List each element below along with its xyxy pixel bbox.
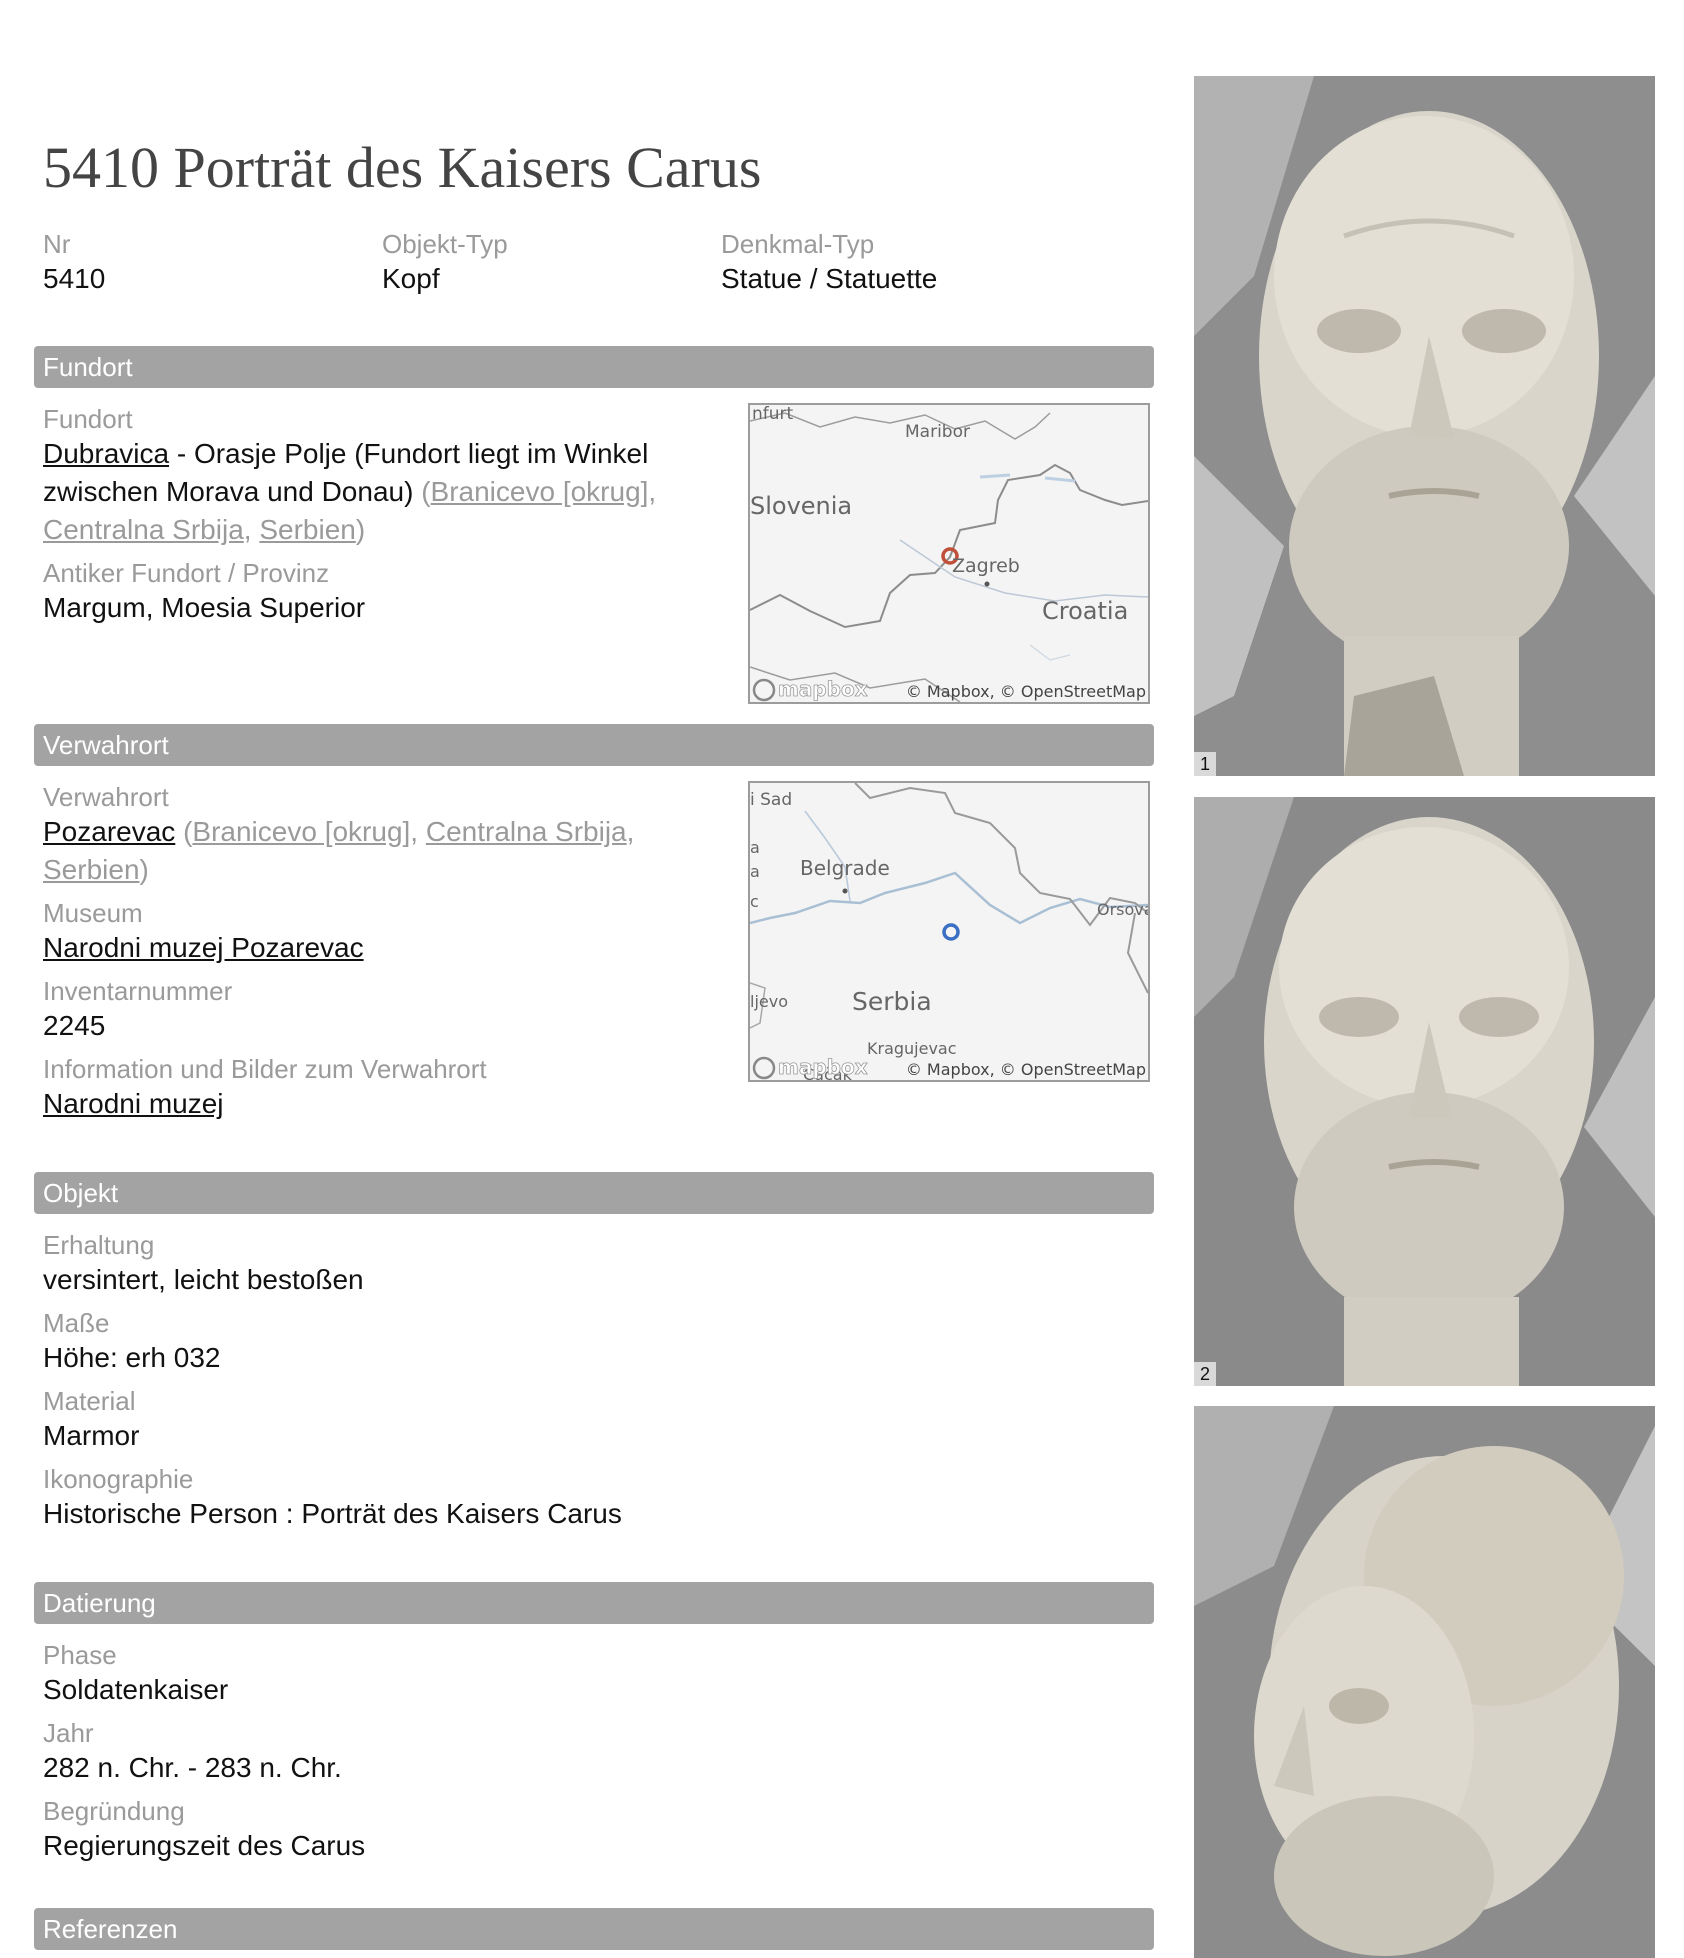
separator: ,: [648, 476, 657, 507]
section-header-fundort: Fundort: [34, 346, 1154, 388]
map-label: a: [750, 838, 760, 857]
summary-value: Kopf: [382, 263, 440, 294]
phase-label: Phase: [43, 1640, 117, 1670]
ikonographie-label: Ikonographie: [43, 1464, 194, 1494]
fundort-place-link[interactable]: Dubravica: [43, 438, 169, 469]
verwahrort-region-link[interactable]: Branicevo [okrug]: [192, 816, 410, 847]
summary-row: Nr 5410 Objekt-Typ Kopf Denkmal-Typ Stat…: [43, 228, 1153, 308]
verwahrort-place-link[interactable]: Pozarevac: [43, 816, 175, 847]
paren-open: (: [421, 476, 431, 507]
fundort-region-link[interactable]: Branicevo [okrug]: [431, 476, 649, 507]
summary-label: Denkmal-Typ: [721, 229, 875, 259]
inventarnummer-value: 2245: [43, 1010, 106, 1041]
section-header-objekt: Objekt: [34, 1172, 1154, 1214]
verwahrort-value: Pozarevac (Branicevo [okrug], Centralna …: [43, 813, 703, 889]
summary-label: Objekt-Typ: [382, 229, 508, 259]
page-title: 5410 Porträt des Kaisers Carus: [43, 135, 762, 200]
section-header-verwahrort: Verwahrort: [34, 724, 1154, 766]
map-label: nfurt: [752, 405, 794, 424]
map-label: a: [750, 862, 760, 881]
jahr-value: 282 n. Chr. - 283 n. Chr.: [43, 1752, 342, 1783]
verwahrort-section: Verwahrort Pozarevac (Branicevo [okrug],…: [43, 781, 703, 1131]
paren-open: (: [175, 816, 193, 847]
verwahrort-state-link[interactable]: Centralna Srbija: [426, 816, 627, 847]
phase-value: Soldatenkaiser: [43, 1674, 229, 1705]
photo-1[interactable]: 1: [1194, 76, 1655, 776]
datierung-section: Phase Soldatenkaiser Jahr 282 n. Chr. - …: [43, 1639, 1143, 1873]
museum-label: Museum: [43, 898, 143, 928]
summary-value: Statue / Statuette: [721, 263, 938, 294]
map-attribution[interactable]: © Mapbox, © OpenStreetMap: [906, 1060, 1146, 1079]
photo-2[interactable]: 2: [1194, 797, 1655, 1386]
info-label: Information und Bilder zum Verwahrort: [43, 1054, 487, 1084]
section-header-datierung: Datierung: [34, 1582, 1154, 1624]
summary-objekt-typ: Objekt-Typ Kopf: [382, 228, 508, 298]
map-label: Kragujevac: [867, 1039, 957, 1058]
material-value: Marmor: [43, 1420, 140, 1451]
summary-value: 5410: [43, 263, 106, 294]
masse-value: Höhe: erh 032: [43, 1342, 221, 1373]
map-label: Serbia: [852, 987, 932, 1016]
map-label: Croatia: [1042, 597, 1128, 625]
antiker-fundort-label: Antiker Fundort / Provinz: [43, 558, 330, 588]
erhaltung-label: Erhaltung: [43, 1230, 155, 1260]
museum-link[interactable]: Narodni muzej Pozarevac: [43, 932, 364, 963]
jahr-label: Jahr: [43, 1718, 94, 1748]
fundort-country-link[interactable]: Serbien: [259, 514, 356, 545]
map-label: c: [750, 892, 759, 911]
summary-denkmal-typ: Denkmal-Typ Statue / Statuette: [721, 228, 937, 298]
mapbox-logo-text[interactable]: mapbox: [778, 677, 869, 702]
map-label: ljevo: [750, 992, 788, 1011]
fundort-map[interactable]: nfurt Maribor Slovenia Zagreb Croatia ma…: [748, 403, 1150, 704]
verwahrort-map[interactable]: i Sad a a c Belgrade Orsova ljevo Serbia…: [748, 781, 1150, 1082]
section-header-referenzen: Referenzen: [34, 1908, 1154, 1950]
photo-number: 2: [1194, 1362, 1216, 1386]
map-label: Orsova: [1097, 900, 1148, 919]
separator: ,: [243, 514, 260, 545]
paren-close: ): [355, 514, 366, 545]
inventarnummer-label: Inventarnummer: [43, 976, 233, 1006]
separator: ,: [626, 816, 635, 847]
masse-label: Maße: [43, 1308, 110, 1338]
map-label: Slovenia: [750, 492, 852, 520]
verwahrort-country-link[interactable]: Serbien: [43, 854, 140, 885]
fundort-value: Dubravica - Orasje Polje (Fundort liegt …: [43, 435, 703, 549]
separator: ,: [410, 816, 426, 847]
begruendung-value: Regierungszeit des Carus: [43, 1830, 366, 1861]
info-link[interactable]: Narodni muzej: [43, 1088, 224, 1119]
fundort-label: Fundort: [43, 404, 133, 434]
map-label: i Sad: [750, 790, 792, 810]
photo-3[interactable]: [1194, 1406, 1655, 1958]
map-label: Maribor: [905, 422, 970, 442]
ikonographie-value: Historische Person : Porträt des Kaisers…: [43, 1498, 622, 1529]
begruendung-label: Begründung: [43, 1796, 185, 1826]
antiker-fundort-value: Margum, Moesia Superior: [43, 592, 366, 623]
mapbox-logo-text[interactable]: mapbox: [778, 1055, 869, 1080]
fundort-section: Fundort Dubravica - Orasje Polje (Fundor…: [43, 403, 703, 635]
summary-nr: Nr 5410: [43, 228, 105, 298]
map-attribution[interactable]: © Mapbox, © OpenStreetMap: [906, 682, 1146, 701]
material-label: Material: [43, 1386, 136, 1416]
paren-close: ): [139, 854, 149, 885]
photo-number: 1: [1194, 752, 1216, 776]
erhaltung-value: versintert, leicht bestoßen: [43, 1264, 364, 1295]
objekt-section: Erhaltung versintert, leicht bestoßen Ma…: [43, 1229, 1143, 1541]
verwahrort-label: Verwahrort: [43, 782, 169, 812]
map-label: Zagreb: [952, 555, 1020, 577]
fundort-state-link[interactable]: Centralna Srbija: [43, 514, 244, 545]
summary-label: Nr: [43, 229, 71, 259]
map-label: Belgrade: [800, 856, 890, 880]
